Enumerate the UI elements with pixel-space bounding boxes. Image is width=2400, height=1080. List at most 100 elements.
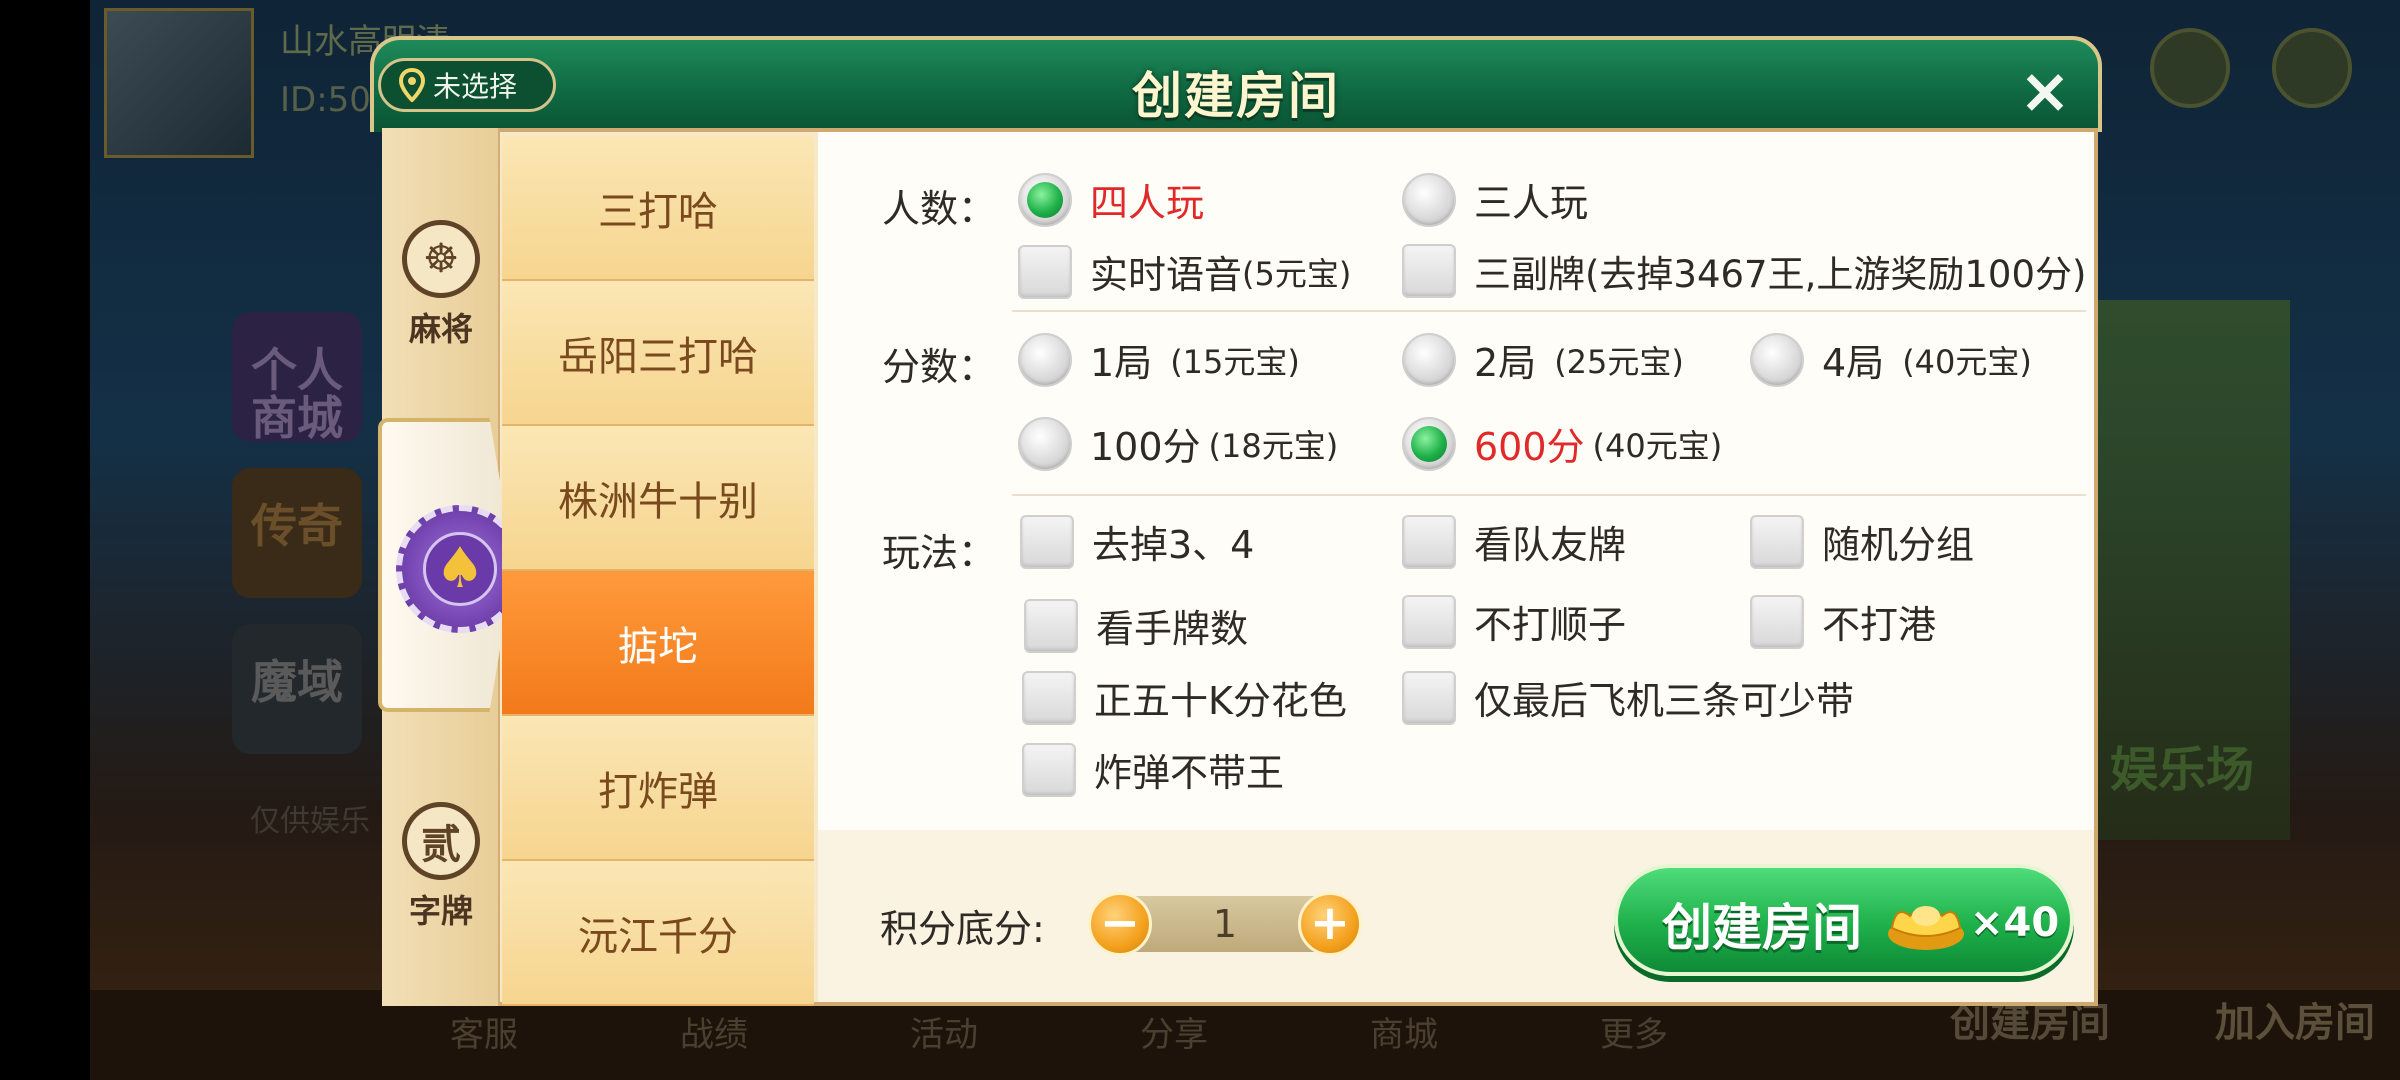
location-pin-icon [399, 68, 425, 102]
radio[interactable] [1402, 172, 1456, 227]
category-zipai-label: 字牌 [408, 892, 473, 930]
score-100-text: 100分 [1090, 425, 1201, 469]
location-label: 未选择 [433, 70, 518, 103]
score-2-round-option[interactable]: 2局 (25元宝) [1402, 332, 1684, 387]
radio-selected[interactable] [1018, 172, 1072, 227]
rule-text: 看手牌数 [1096, 607, 1249, 651]
player-id: ID:50 [280, 80, 371, 120]
rule-option[interactable]: 随机分组 [1750, 514, 1974, 569]
close-icon[interactable]: × [2010, 56, 2080, 126]
nav-share[interactable]: 分享 [1140, 1007, 1208, 1056]
rule-option[interactable]: 去掉3、4 [1020, 514, 1254, 569]
radio[interactable] [1402, 332, 1456, 387]
checkbox[interactable] [1402, 244, 1456, 298]
category-mahjong-label: 麻将 [408, 310, 473, 348]
score-4-round-text: 4局 [1822, 341, 1885, 385]
checkbox[interactable] [1022, 742, 1076, 797]
score-600-text: 600分 [1474, 425, 1585, 469]
game-item[interactable]: 打炸弹 [502, 716, 814, 861]
score-2-round-cost: (25元宝) [1554, 342, 1684, 381]
voice-chat-cost: (5元宝) [1242, 254, 1352, 293]
location-select-button[interactable]: 未选择 [378, 58, 556, 112]
create-room-label: 创建房间 [1662, 899, 1862, 957]
nav-service[interactable]: 客服 [450, 1007, 518, 1056]
score-100-cost: (18元宝) [1208, 426, 1339, 465]
rule-option[interactable]: 炸弹不带王 [1022, 742, 1284, 797]
disclaimer-text: 仅供娱乐 [250, 804, 370, 839]
score-1-round-cost: (15元宝) [1170, 342, 1300, 381]
radio[interactable] [1018, 416, 1072, 471]
score-2-round-text: 2局 [1474, 341, 1537, 385]
radio[interactable] [1750, 332, 1804, 387]
score-label: 分数： [882, 345, 997, 389]
settings-gear-icon[interactable] [2272, 28, 2352, 108]
minus-icon[interactable]: − [1088, 892, 1152, 956]
players-4-text: 四人玩 [1090, 181, 1205, 225]
player-avatar[interactable] [104, 8, 254, 158]
checkbox[interactable] [1022, 670, 1076, 725]
dialog-title: 创建房间 [1132, 67, 1340, 125]
rule-text: 炸弹不带王 [1094, 751, 1285, 795]
base-score-label: 积分底分: [880, 907, 1045, 951]
nav-shop[interactable]: 商城 [1370, 1007, 1438, 1056]
game-list: 三打哈 岳阳三打哈 株洲牛十别 掂坨 打炸弹 沅江千分 [502, 136, 814, 1006]
create-room-button[interactable]: 创建房间 ×40 [1614, 864, 2074, 976]
rule-option[interactable]: 看队友牌 [1402, 514, 1626, 569]
game-item[interactable]: 沅江千分 [502, 861, 814, 1006]
legend-game-button[interactable]: 传奇 [232, 468, 362, 598]
personal-shop-button[interactable]: 个人商城 [232, 312, 362, 442]
radio-selected[interactable] [1402, 416, 1456, 471]
score-600-option[interactable]: 600分 (40元宝) [1402, 416, 1722, 471]
players-3-option[interactable]: 三人玩 [1402, 172, 1588, 227]
mayu-game-button[interactable]: 魔域 [232, 624, 362, 754]
game-item[interactable]: 岳阳三打哈 [502, 281, 814, 426]
rule-option[interactable]: 看手牌数 [1024, 598, 1248, 653]
checkbox[interactable] [1402, 670, 1456, 725]
radio[interactable] [1018, 332, 1072, 387]
checkbox[interactable] [1020, 514, 1074, 569]
score-100-option[interactable]: 100分 (18元宝) [1018, 416, 1338, 471]
voice-chat-text: 实时语音 [1090, 253, 1243, 297]
nav-records[interactable]: 战绩 [680, 1007, 748, 1056]
gold-ingot-icon [1886, 894, 1966, 952]
divider [1012, 310, 2086, 312]
create-room-cost: ×40 [1970, 900, 2060, 946]
players-3-text: 三人玩 [1474, 181, 1589, 225]
category-mahjong[interactable]: ☸ 麻将 [382, 220, 500, 350]
checkbox[interactable] [1018, 244, 1072, 299]
legend-game-label: 传奇 [251, 499, 343, 553]
nav-activities[interactable]: 活动 [910, 1007, 978, 1056]
game-item[interactable]: 三打哈 [502, 136, 814, 281]
gift-icon[interactable] [2150, 28, 2230, 108]
score-1-round-option[interactable]: 1局 (15元宝) [1018, 332, 1300, 387]
rule-option[interactable]: 不打港 [1750, 594, 1936, 649]
entertainment-area-label: 娱乐场 [2110, 742, 2255, 798]
score-4-round-cost: (40元宝) [1902, 342, 2032, 381]
voice-chat-option[interactable]: 实时语音 (5元宝) [1018, 244, 1351, 299]
score-600-cost: (40元宝) [1592, 426, 1723, 465]
personal-shop-label: 个人商城 [251, 343, 343, 446]
score-4-round-option[interactable]: 4局 (40元宝) [1750, 332, 2032, 387]
rule-text: 去掉3、4 [1092, 523, 1255, 567]
checkbox[interactable] [1402, 594, 1456, 649]
checkbox[interactable] [1402, 514, 1456, 569]
rule-option[interactable]: 仅最后飞机三条可少带 [1402, 670, 1854, 725]
three-decks-option[interactable]: 三副牌(去掉3467王,上游奖励100分) [1402, 244, 2086, 298]
checkbox[interactable] [1750, 514, 1804, 569]
rule-text: 仅最后飞机三条可少带 [1474, 679, 1855, 723]
checkbox[interactable] [1024, 598, 1078, 653]
checkbox[interactable] [1750, 594, 1804, 649]
plus-icon[interactable]: + [1298, 892, 1362, 956]
players-label: 人数： [882, 187, 997, 231]
base-score-stepper[interactable]: 1 − + [1088, 892, 1362, 956]
rule-option[interactable]: 不打顺子 [1402, 594, 1626, 649]
players-4-option[interactable]: 四人玩 [1018, 172, 1204, 227]
lobby-join-room[interactable]: 加入房间 [2215, 990, 2375, 1048]
game-item-selected[interactable]: 掂坨 [502, 571, 814, 716]
rule-text: 不打港 [1822, 603, 1937, 647]
game-item[interactable]: 株洲牛十别 [502, 426, 814, 571]
rule-option[interactable]: 正五十K分花色 [1022, 670, 1347, 725]
category-zipai[interactable]: 贰 字牌 [382, 802, 500, 932]
nav-more[interactable]: 更多 [1600, 1007, 1668, 1056]
dialog-header: 创建房间 [370, 36, 2102, 132]
